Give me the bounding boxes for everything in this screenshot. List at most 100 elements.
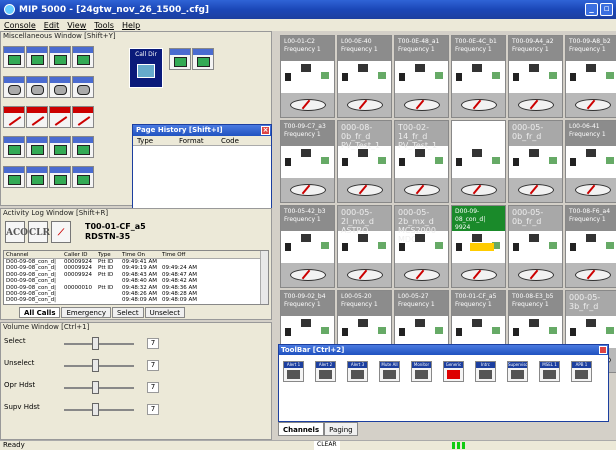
ptt-area[interactable] [509,263,562,287]
select-icon[interactable] [472,149,482,157]
select-icon[interactable] [301,149,311,157]
speaker-icon[interactable] [435,327,443,334]
misc-tile[interactable] [72,76,94,98]
speaker-icon[interactable] [378,327,386,334]
volume-slider[interactable] [92,359,99,372]
select-icon[interactable] [472,234,482,242]
misc-tile[interactable] [49,106,71,128]
ptt-area[interactable] [281,93,334,117]
select-icon[interactable] [472,64,482,72]
misc-tile[interactable] [49,166,71,188]
ptt-icon[interactable] [290,99,326,111]
tab-unselect[interactable]: Unselect [144,307,185,318]
select-icon[interactable] [586,234,596,242]
channel-card[interactable]: T00-09-A8_b2 Frequency 1 [565,35,616,118]
select-icon[interactable] [358,149,368,157]
speaker-icon[interactable] [549,242,557,249]
monitor-icon[interactable] [285,328,291,336]
monitor-icon[interactable] [513,73,519,81]
tab-all-calls[interactable]: All Calls [19,307,61,318]
misc-tile[interactable] [26,46,48,68]
channel-card[interactable]: 000-05-0b_fr_d [508,120,563,203]
toolbar-button[interactable]: Alert 2 [315,361,336,382]
speaker-icon[interactable] [321,327,329,334]
speaker-icon[interactable] [492,157,500,164]
select-icon[interactable] [415,234,425,242]
ptt-area[interactable] [452,263,505,287]
emergency-icon[interactable]: ⟋ [51,221,71,243]
toolbar-button[interactable]: MSEL 1 [539,361,560,382]
select-icon[interactable] [415,149,425,157]
ptt-area[interactable] [452,93,505,117]
select-icon[interactable] [529,234,539,242]
select-icon[interactable] [358,64,368,72]
col-time-off[interactable]: Time Off [162,251,202,258]
volume-slider[interactable] [92,381,99,394]
speaker-icon[interactable] [492,72,500,79]
ptt-icon[interactable] [461,99,497,111]
toolbar-button[interactable]: APB 1 [571,361,592,382]
select-icon[interactable] [586,64,596,72]
monitor-icon[interactable] [456,243,462,251]
speaker-icon[interactable] [606,327,614,334]
monitor-icon[interactable] [513,328,519,336]
monitor-icon[interactable] [570,243,576,251]
speaker-icon[interactable] [492,327,500,334]
ptt-icon[interactable] [518,99,554,111]
tab-select[interactable]: Select [111,307,144,318]
channel-card[interactable]: D00-09-08_con_d| 9924 [451,205,506,288]
misc-tile[interactable] [26,136,48,158]
speaker-icon[interactable] [378,72,386,79]
menu-tools[interactable]: Tools [94,21,114,30]
misc-tile[interactable] [3,136,25,158]
misc-tile[interactable] [3,46,25,68]
monitor-icon[interactable] [285,158,291,166]
speaker-icon[interactable] [378,157,386,164]
speaker-icon[interactable] [435,157,443,164]
misc-tile[interactable] [72,106,94,128]
ptt-icon[interactable] [575,99,611,111]
channel-card[interactable]: L00-01-C2 Frequency 1 [280,35,335,118]
monitor-icon[interactable] [513,243,519,251]
ptt-area[interactable] [452,178,505,202]
volume-track[interactable] [64,365,134,367]
misc-tile[interactable] [26,166,48,188]
ptt-area[interactable] [509,93,562,117]
monitor-icon[interactable] [570,158,576,166]
toolbar-button[interactable]: Alert 1 [283,361,304,382]
misc-tile[interactable] [72,166,94,188]
misc-tile[interactable] [192,48,214,70]
ptt-icon[interactable] [290,269,326,281]
ptt-area[interactable] [566,263,616,287]
misc-tile[interactable] [26,106,48,128]
ptt-icon[interactable] [575,269,611,281]
table-row[interactable]: T00-01-CF_a5RDSTN-35Ptt ID03:31:54 PM03:… [4,304,268,305]
ptt-area[interactable] [509,178,562,202]
tab-emergency[interactable]: Emergency [61,307,111,318]
monitor-icon[interactable] [342,73,348,81]
channel-card[interactable]: T00-0E-48_a1 Frequency 1 [394,35,449,118]
tab-channels[interactable]: Channels [278,422,325,436]
channel-card[interactable]: T00-09-C7_a3 Frequency 1 [280,120,335,203]
misc-tile[interactable] [49,76,71,98]
speaker-icon[interactable] [435,72,443,79]
vertical-scrollbar[interactable] [260,251,268,304]
channel-card[interactable]: 000-05-2b_mx_d MCS2000 MDC 1 [394,205,449,288]
channel-card[interactable]: 000-05-0b_fr_d [508,205,563,288]
misc-tile[interactable] [3,76,25,98]
ptt-area[interactable] [338,178,391,202]
minimize-button[interactable]: _ [585,3,598,16]
monitor-icon[interactable] [570,328,576,336]
toolbar-button[interactable]: Mute All [379,361,400,382]
close-icon[interactable] [599,346,607,354]
ptt-icon[interactable] [404,99,440,111]
misc-tile[interactable] [72,136,94,158]
monitor-icon[interactable] [342,328,348,336]
misc-tile[interactable] [26,76,48,98]
monitor-icon[interactable] [399,158,405,166]
select-icon[interactable] [358,319,368,327]
volume-track[interactable] [64,343,134,345]
col-type[interactable]: Type [98,251,122,258]
misc-tile[interactable] [3,106,25,128]
monitor-icon[interactable] [342,158,348,166]
